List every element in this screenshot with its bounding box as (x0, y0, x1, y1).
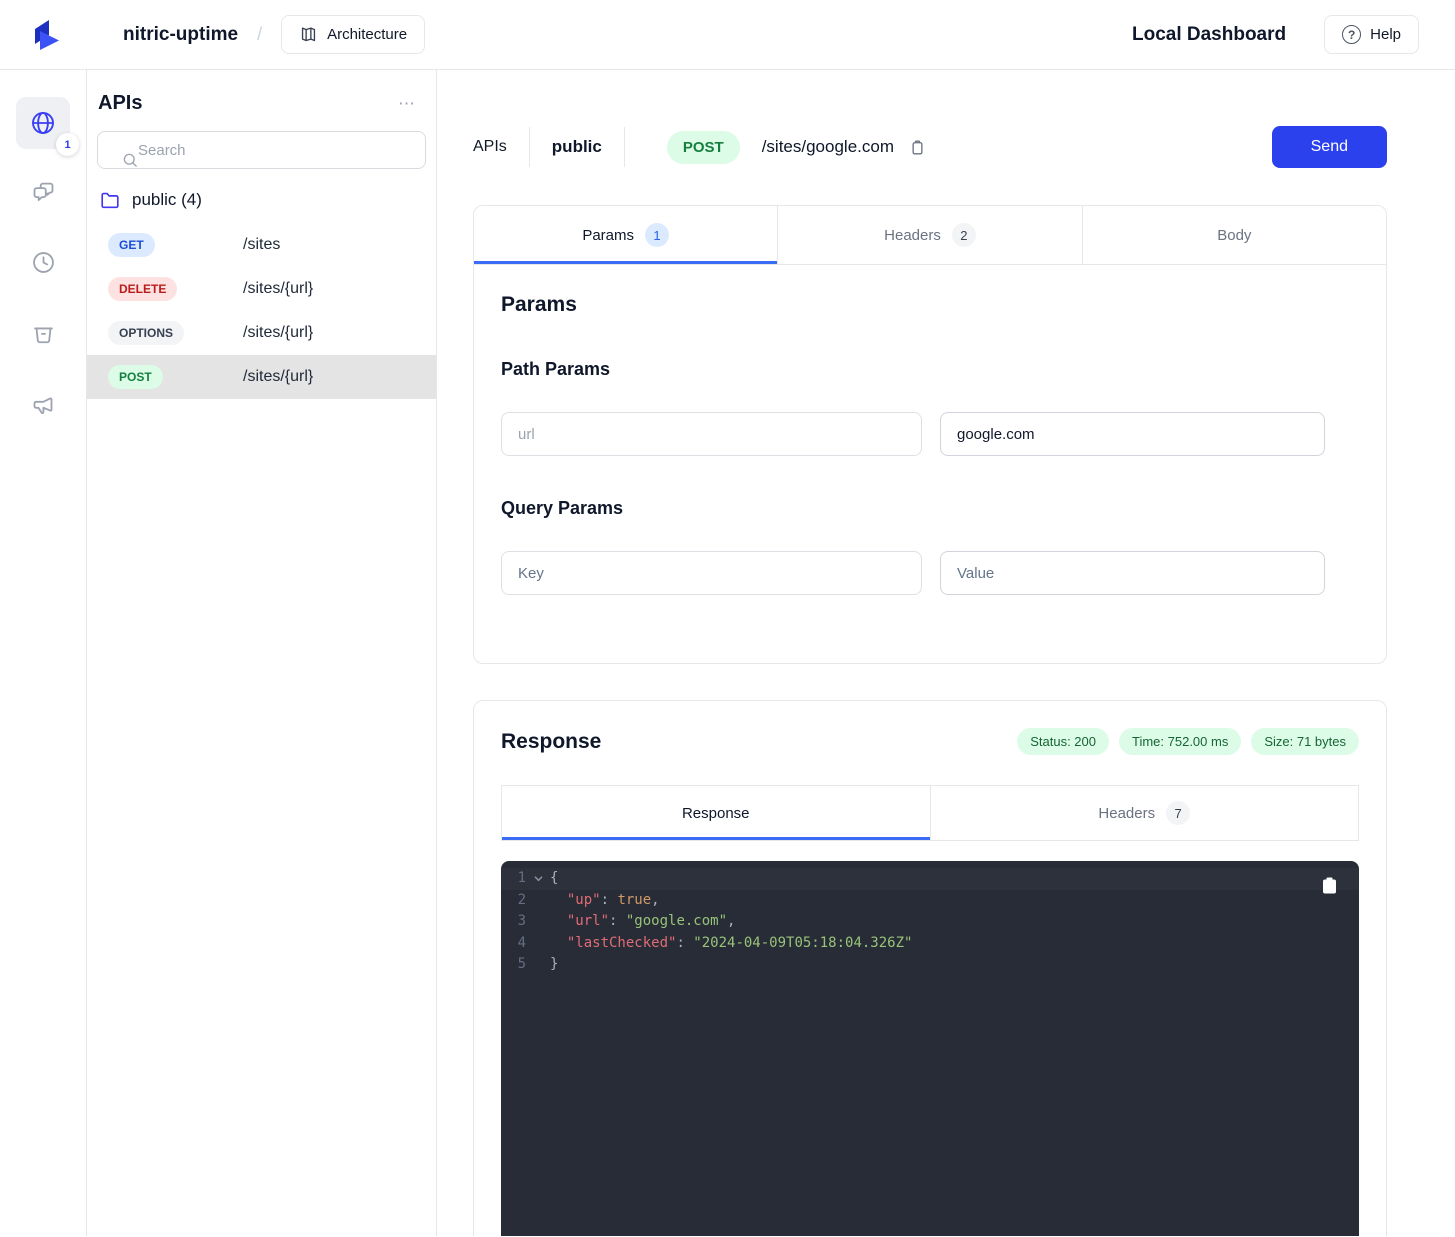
tab-response[interactable]: Response (502, 786, 930, 840)
main-content: APIs public POST /sites/google.com Send … (437, 70, 1455, 1236)
code-line: 5 } (501, 954, 1359, 976)
nitric-logo (0, 15, 87, 55)
apis-panel-title: APIs (98, 92, 142, 115)
time-badge: Time: 752.00 ms (1119, 728, 1241, 755)
response-card: Response Status: 200 Time: 752.00 ms Siz… (473, 700, 1387, 1236)
search-input[interactable] (97, 131, 426, 169)
route-delete-sites-url[interactable]: DELETE /sites/{url} (87, 267, 436, 311)
tab-body-label: Body (1217, 227, 1251, 244)
breadcrumb-group: public (552, 137, 602, 157)
megaphone-icon (30, 391, 57, 418)
code-line: 1 { (501, 868, 1359, 890)
path-params-title: Path Params (501, 359, 1359, 380)
response-code-editor[interactable]: 1 { 2 "up": true, 3 "url": "google.com",… (501, 861, 1359, 1236)
bucket-icon (30, 320, 57, 347)
request-bar: APIs public POST /sites/google.com Send (473, 125, 1387, 169)
map-icon (299, 25, 318, 44)
chat-bubbles-icon (30, 178, 57, 205)
apis-sidebar-panel: APIs ⋯ public (4) GET /sites (87, 70, 437, 1236)
route-path: /sites/{url} (243, 368, 313, 386)
send-button[interactable]: Send (1272, 126, 1387, 168)
clock-icon (30, 249, 57, 276)
api-group-public[interactable]: public (4) (87, 169, 436, 223)
request-path: /sites/google.com (762, 137, 894, 157)
request-method-badge: POST (667, 131, 740, 164)
tab-headers-label: Headers (884, 227, 941, 244)
tab-response-headers-badge: 7 (1166, 801, 1190, 825)
question-icon: ? (1342, 25, 1361, 44)
folder-label: public (4) (132, 190, 202, 210)
top-header: nitric-uptime / Architecture Local Dashb… (0, 0, 1455, 70)
copy-response-icon[interactable] (1322, 877, 1337, 894)
tab-headers[interactable]: Headers 2 (778, 206, 1082, 264)
size-badge: Size: 71 bytes (1251, 728, 1359, 755)
tab-response-label: Response (682, 805, 750, 822)
divider (529, 127, 530, 167)
method-badge: DELETE (108, 277, 177, 301)
tab-params[interactable]: Params 1 (474, 206, 778, 264)
folder-icon (99, 189, 121, 211)
route-post-sites-url[interactable]: POST /sites/{url} (87, 355, 436, 399)
project-title: nitric-uptime (123, 24, 238, 46)
query-param-key-input[interactable] (501, 551, 922, 595)
tab-headers-badge: 2 (952, 223, 976, 247)
code-line: 3 "url": "google.com", (501, 911, 1359, 933)
nav-schedules-button[interactable] (30, 234, 57, 291)
path-param-value-input[interactable] (940, 412, 1325, 456)
method-badge: POST (108, 365, 163, 389)
fold-chevron-icon[interactable] (526, 868, 550, 890)
method-badge: GET (108, 233, 155, 257)
response-title: Response (501, 730, 601, 754)
nav-rail: 1 (0, 70, 87, 1236)
code-line: 2 "up": true, (501, 890, 1359, 912)
tab-params-badge: 1 (645, 223, 669, 247)
copy-path-icon[interactable] (908, 138, 927, 157)
help-label: Help (1370, 26, 1401, 43)
status-badge: Status: 200 (1017, 728, 1109, 755)
route-get-sites[interactable]: GET /sites (87, 223, 436, 267)
query-params-title: Query Params (501, 498, 1359, 519)
tab-body[interactable]: Body (1083, 206, 1386, 264)
breadcrumb-separator: / (257, 24, 262, 45)
tab-params-label: Params (582, 227, 634, 244)
code-line: 4 "lastChecked": "2024-04-09T05:18:04.32… (501, 933, 1359, 955)
help-button[interactable]: ? Help (1324, 15, 1419, 54)
more-options-icon[interactable]: ⋯ (398, 94, 418, 114)
architecture-button[interactable]: Architecture (281, 15, 425, 54)
request-editor-card: Params 1 Headers 2 Body Params Path Para… (473, 205, 1387, 664)
local-dashboard-label: Local Dashboard (1132, 24, 1286, 46)
route-path: /sites/{url} (243, 324, 313, 342)
tab-response-headers-label: Headers (1098, 805, 1155, 822)
nav-storage-button[interactable] (30, 305, 57, 362)
method-badge: OPTIONS (108, 321, 184, 345)
params-title: Params (501, 293, 1359, 317)
nav-topics-button[interactable] (30, 376, 57, 433)
route-path: /sites (243, 236, 280, 254)
apis-count-badge: 1 (56, 133, 79, 156)
query-param-value-input[interactable] (940, 551, 1325, 595)
divider (624, 127, 625, 167)
nav-apis-button[interactable]: 1 (16, 97, 70, 149)
path-param-key-input[interactable] (501, 412, 922, 456)
nav-websockets-button[interactable] (30, 163, 57, 220)
breadcrumb-apis: APIs (473, 138, 507, 156)
route-options-sites-url[interactable]: OPTIONS /sites/{url} (87, 311, 436, 355)
tab-response-headers[interactable]: Headers 7 (930, 786, 1359, 840)
architecture-label: Architecture (327, 26, 407, 43)
globe-icon (29, 109, 57, 137)
route-path: /sites/{url} (243, 280, 313, 298)
